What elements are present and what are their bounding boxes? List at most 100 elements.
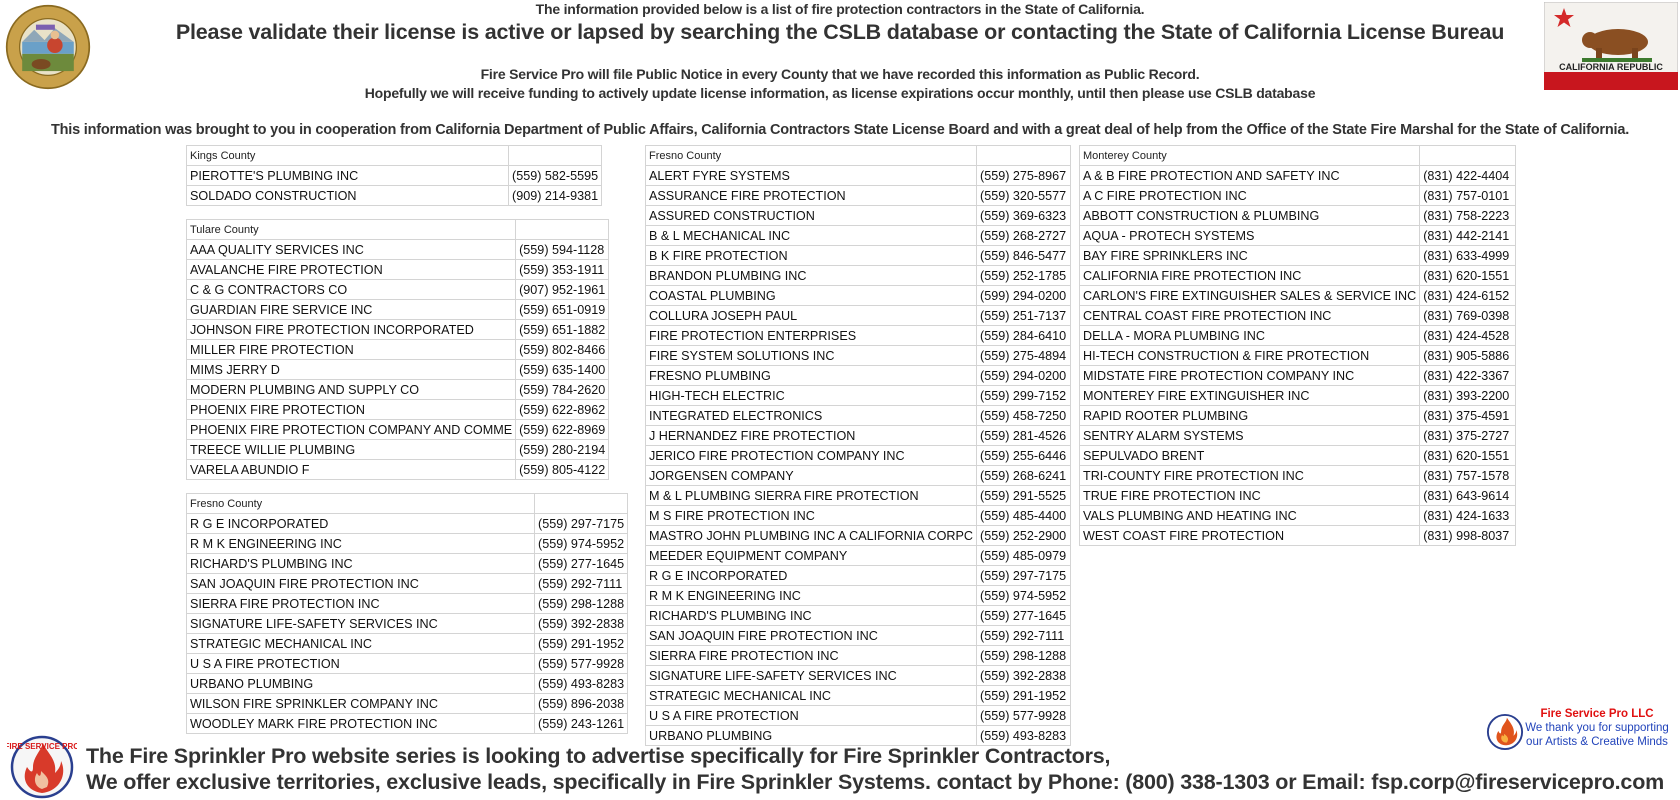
contractor-row: SENTRY ALARM SYSTEMS (831) 375-2727: [1078, 425, 1517, 446]
contractor-row: ASSURANCE FIRE PROTECTION (559) 320-5577: [645, 185, 1071, 206]
contractor-phone: (831) 757-1578: [1419, 465, 1517, 486]
contractor-name: RICHARD'S PLUMBING INC: [645, 605, 977, 626]
header-credits: This information was brought to you in c…: [50, 122, 1630, 138]
contractor-phone: (559) 392-2838: [533, 613, 629, 634]
contractor-name: DELLA - MORA PLUMBING INC: [1078, 325, 1421, 346]
contractor-name: M & L PLUMBING SIERRA FIRE PROTECTION: [645, 485, 977, 506]
contractor-row: A & B FIRE PROTECTION AND SAFETY INC (831…: [1078, 165, 1517, 186]
contractor-phone: (559) 298-1288: [533, 593, 629, 614]
contractor-name: SAN JOAQUIN FIRE PROTECTION INC: [645, 625, 977, 646]
contractor-phone: (559) 255-6446: [976, 445, 1071, 466]
county-header-empty-cell: [533, 493, 629, 514]
contractor-phone: (559) 651-1882: [515, 319, 610, 340]
contractor-row: AVALANCHE FIRE PROTECTION (559) 353-1911: [185, 259, 610, 280]
contractor-name: SIERRA FIRE PROTECTION INC: [186, 593, 535, 614]
contractor-row: U S A FIRE PROTECTION (559) 577-9928: [186, 653, 629, 674]
contractor-row: HI-TECH CONSTRUCTION & FIRE PROTECTION (8…: [1078, 345, 1517, 366]
contractor-phone: (559) 493-8283: [533, 673, 629, 694]
contractor-row: URBANO PLUMBING (559) 493-8283: [645, 725, 1071, 746]
contractor-row: WOODLEY MARK FIRE PROTECTION INC (559) 24…: [186, 713, 629, 734]
contractor-row: A C FIRE PROTECTION INC (831) 757-0101: [1078, 185, 1517, 206]
thanks-line-2: our Artists & Creative Minds: [1526, 736, 1668, 748]
contractor-phone: (559) 805-4122: [515, 459, 610, 480]
contractor-row: MIDSTATE FIRE PROTECTION COMPANY INC (831…: [1078, 365, 1517, 386]
california-flag-icon: CALIFORNIA REPUBLIC: [1544, 2, 1678, 90]
contractor-phone: (559) 298-1288: [976, 645, 1071, 666]
county-title: Fresno County: [645, 145, 977, 166]
contractor-phone: (559) 392-2838: [976, 665, 1071, 686]
contractor-phone: (559) 275-8967: [976, 165, 1071, 186]
contractor-name: SIGNATURE LIFE-SAFETY SERVICES INC: [186, 613, 535, 634]
contractor-name: SENTRY ALARM SYSTEMS: [1078, 425, 1421, 446]
contractor-phone: (559) 268-2727: [976, 225, 1071, 246]
contractor-phone: (559) 458-7250: [976, 405, 1071, 426]
advertising-promo-line-1: The Fire Sprinkler Pro website series is…: [86, 744, 1111, 768]
contractor-row: SIGNATURE LIFE-SAFETY SERVICES INC (559) …: [186, 613, 629, 634]
contractor-row: ASSURED CONSTRUCTION (559) 369-6323: [645, 205, 1071, 226]
contractor-row: JOHNSON FIRE PROTECTION INCORPORATED (559…: [185, 319, 610, 340]
contractor-row: R M K ENGINEERING INC (559) 974-5952: [186, 533, 629, 554]
header-intro: The information provided below is a list…: [535, 1, 1145, 17]
contractor-phone: (831) 424-4528: [1419, 325, 1517, 346]
contractor-row: B K FIRE PROTECTION (559) 846-5477: [645, 245, 1071, 266]
contractor-phone: (559) 594-1128: [515, 239, 610, 260]
county-header-empty-cell: [976, 145, 1071, 166]
contractor-name: MIMS JERRY D: [185, 359, 517, 380]
contractor-phone: (559) 275-4894: [976, 345, 1071, 366]
contractor-name: URBANO PLUMBING: [645, 725, 977, 746]
contractor-row: COASTAL PLUMBING (599) 294-0200: [645, 285, 1071, 306]
contractor-phone: (559) 252-1785: [976, 265, 1071, 286]
contractor-name: U S A FIRE PROTECTION: [186, 653, 535, 674]
county-title: Kings County: [186, 145, 509, 166]
contractor-phone: (831) 442-2141: [1419, 225, 1517, 246]
contractor-row: TREECE WILLIE PLUMBING (559) 280-2194: [185, 439, 610, 460]
contractor-row: INTEGRATED ELECTRONICS (559) 458-7250: [645, 405, 1071, 426]
contractor-row: TRUE FIRE PROTECTION INC (831) 643-9614: [1078, 485, 1517, 506]
contractor-row: C & G CONTRACTORS CO (907) 952-1961: [185, 279, 610, 300]
contractor-phone: (559) 622-8969: [515, 419, 610, 440]
contractor-row: PHOENIX FIRE PROTECTION COMPANY AND COMM…: [185, 419, 610, 440]
contractor-name: PHOENIX FIRE PROTECTION COMPANY AND COMM…: [185, 419, 517, 440]
contractor-row: R G E INCORPORATED (559) 297-7175: [645, 565, 1071, 586]
contractor-name: C & G CONTRACTORS CO: [185, 279, 517, 300]
contractor-name: B K FIRE PROTECTION: [645, 245, 977, 266]
contractor-row: FIRE SYSTEM SOLUTIONS INC (559) 275-4894: [645, 345, 1071, 366]
contractor-phone: (559) 280-2194: [515, 439, 610, 460]
contractor-phone: (831) 758-2223: [1419, 205, 1517, 226]
contractor-name: FIRE SYSTEM SOLUTIONS INC: [645, 345, 977, 366]
contractor-name: WILSON FIRE SPRINKLER COMPANY INC: [186, 693, 535, 714]
contractor-name: CALIFORNIA FIRE PROTECTION INC: [1078, 265, 1421, 286]
contractor-row: SIERRA FIRE PROTECTION INC (559) 298-1288: [645, 645, 1071, 666]
contractor-name: R M K ENGINEERING INC: [645, 585, 977, 606]
contractor-phone: (831) 422-3367: [1419, 365, 1517, 386]
contractor-phone: (559) 320-5577: [976, 185, 1071, 206]
contractor-name: WEST COAST FIRE PROTECTION: [1078, 525, 1421, 546]
contractor-phone: (559) 802-8466: [515, 339, 610, 360]
contractor-phone: (831) 375-4591: [1419, 405, 1517, 426]
contractor-row: SEPULVADO BRENT (831) 620-1551: [1078, 445, 1517, 466]
contractor-row: RAPID ROOTER PLUMBING (831) 375-4591: [1078, 405, 1517, 426]
contractor-row: R M K ENGINEERING INC (559) 974-5952: [645, 585, 1071, 606]
contractor-phone: (559) 622-8962: [515, 399, 610, 420]
county-header-row: Monterey County: [1078, 145, 1517, 166]
contractor-name: MILLER FIRE PROTECTION: [185, 339, 517, 360]
contractor-phone: (559) 252-2900: [976, 525, 1071, 546]
county-title: Fresno County: [186, 493, 535, 514]
contractor-row: SOLDADO CONSTRUCTION (909) 214-9381: [186, 185, 603, 206]
contractor-name: INTEGRATED ELECTRONICS: [645, 405, 977, 426]
contractor-name: CARLON'S FIRE EXTINGUISHER SALES & SERVI…: [1078, 285, 1421, 306]
contractor-name: ALERT FYRE SYSTEMS: [645, 165, 977, 186]
contractor-row: VARELA ABUNDIO F (559) 805-4122: [185, 459, 610, 480]
contractor-phone: (831) 769-0398: [1419, 305, 1517, 326]
contractor-name: RICHARD'S PLUMBING INC: [186, 553, 535, 574]
contractor-row: SAN JOAQUIN FIRE PROTECTION INC (559) 292…: [186, 573, 629, 594]
county-header-row: Fresno County: [186, 493, 629, 514]
fire-service-pro-logo-icon: FIRE SERVICE PRO: [7, 735, 77, 799]
contractor-phone: (559) 243-1261: [533, 713, 629, 734]
contractor-row: STRATEGIC MECHANICAL INC (559) 291-1952: [645, 685, 1071, 706]
contractor-name: AVALANCHE FIRE PROTECTION: [185, 259, 517, 280]
contractor-name: MIDSTATE FIRE PROTECTION COMPANY INC: [1078, 365, 1421, 386]
contractor-phone: (559) 284-6410: [976, 325, 1071, 346]
contractor-phone: (559) 292-7111: [976, 625, 1071, 646]
contractor-phone: (559) 281-4526: [976, 425, 1071, 446]
